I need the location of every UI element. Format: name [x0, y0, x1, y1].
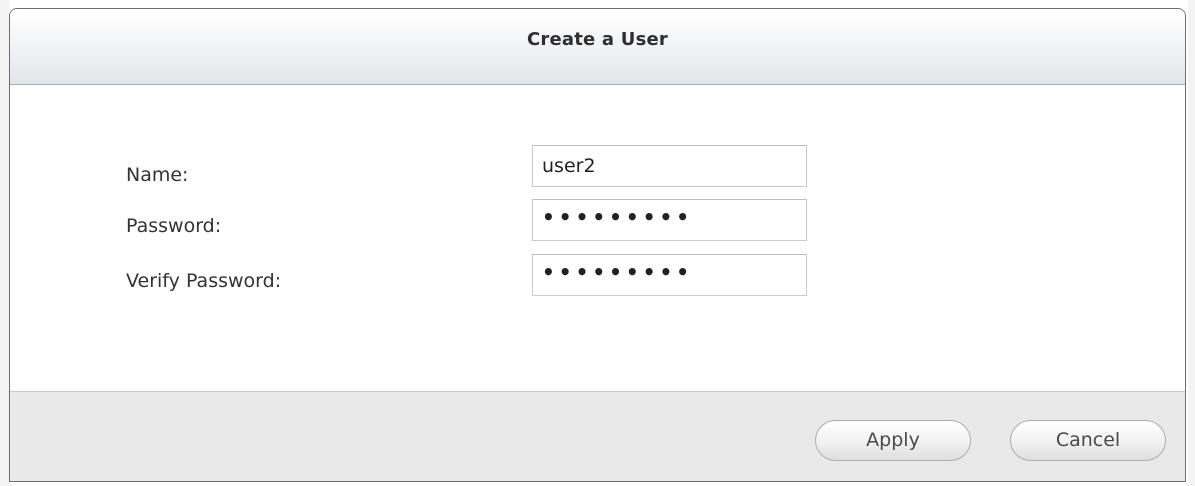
- dialog-footer: Apply Cancel: [10, 391, 1185, 481]
- name-label: Name:: [126, 164, 189, 186]
- cancel-button[interactable]: Cancel: [1010, 420, 1166, 461]
- dialog-titlebar: Create a User: [10, 9, 1185, 85]
- verify-password-input[interactable]: •••••••••: [532, 254, 807, 296]
- password-label: Password:: [126, 215, 222, 237]
- verify-password-label: Verify Password:: [126, 270, 282, 292]
- backdrop-edge-left: [0, 0, 9, 486]
- backdrop-edge-right: [1188, 0, 1195, 486]
- name-input[interactable]: user2: [532, 145, 807, 187]
- apply-button[interactable]: Apply: [815, 420, 971, 461]
- password-input[interactable]: •••••••••: [532, 199, 807, 241]
- dialog-title: Create a User: [527, 29, 668, 50]
- dialog-body: Name: user2 Password: ••••••••• Verify P…: [10, 85, 1185, 391]
- create-user-dialog: Create a User Name: user2 Password: ••••…: [9, 8, 1186, 482]
